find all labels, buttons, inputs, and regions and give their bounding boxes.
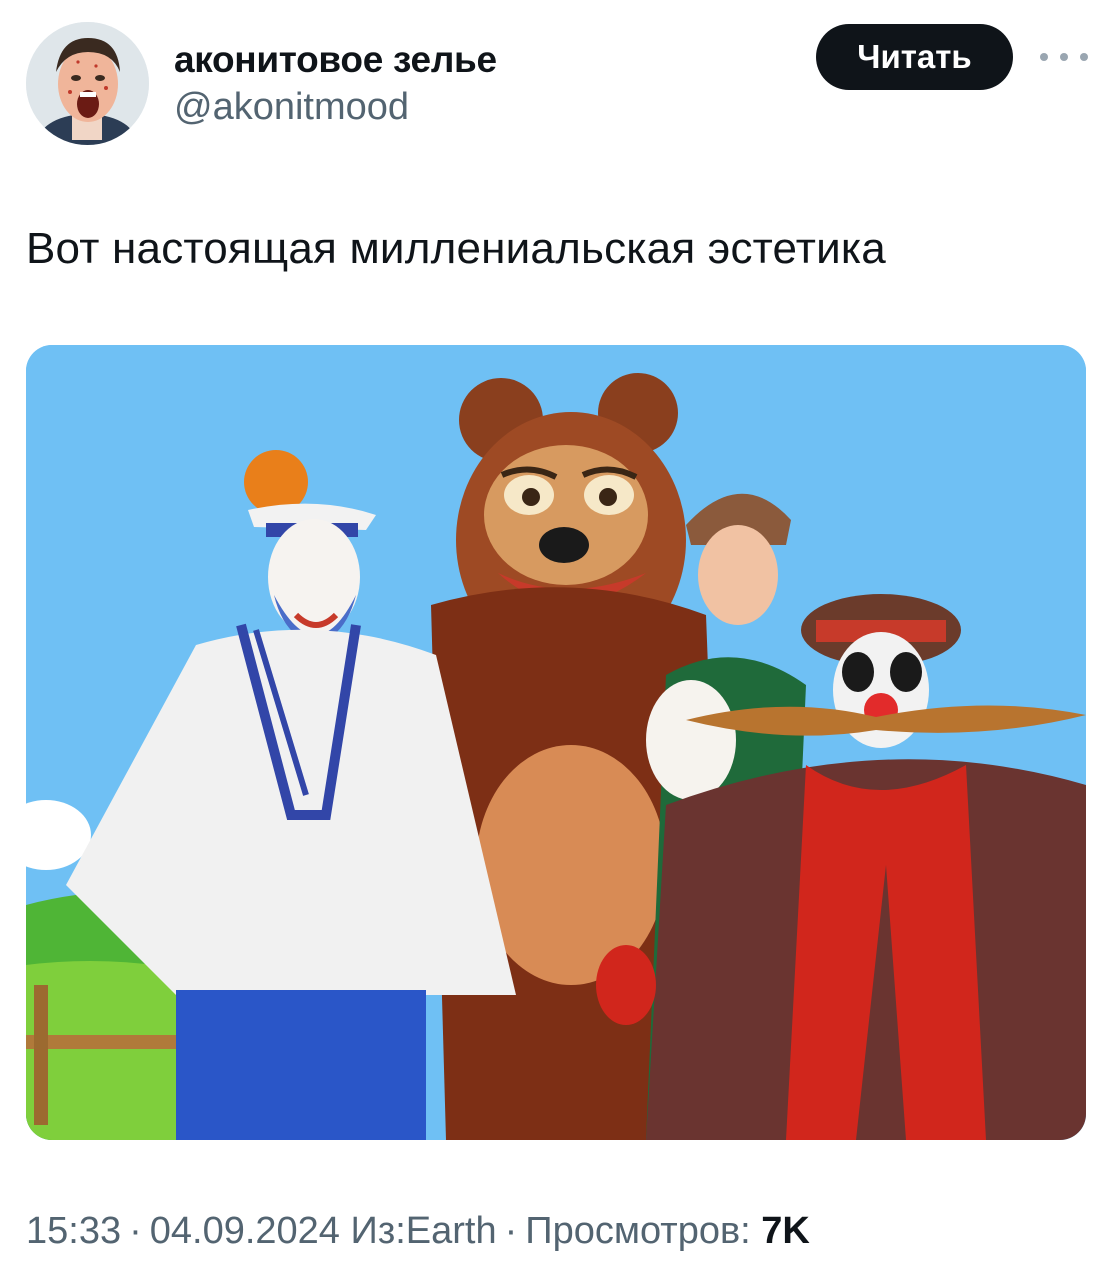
tweet-photo[interactable] bbox=[26, 345, 1086, 1140]
author-display-name[interactable]: аконитовое зелье bbox=[174, 38, 497, 82]
author-handle[interactable]: @akonitmood bbox=[174, 84, 497, 130]
photo-attachment bbox=[26, 345, 1086, 1140]
more-options-button[interactable] bbox=[1040, 42, 1088, 72]
tweet-time[interactable]: 15:33 bbox=[26, 1210, 121, 1252]
tweet-meta: 15:33 · 04.09.2024 Из:Earth · Просмотров: 7K bbox=[26, 1208, 1086, 1254]
tweet-text: Вот настоящая миллениальская эстетика bbox=[26, 224, 886, 273]
tweet-header: аконитовое зелье @akonitmood Читать bbox=[26, 22, 1088, 147]
tweet-source: Из:Earth bbox=[350, 1210, 497, 1252]
more-dots-icon bbox=[1060, 53, 1068, 61]
meta-separator: · bbox=[504, 1210, 518, 1252]
tweet-date[interactable]: 04.09.2024 bbox=[150, 1210, 340, 1252]
views-count: 7K bbox=[761, 1210, 810, 1252]
views-label: Просмотров: bbox=[525, 1210, 751, 1252]
author-avatar[interactable] bbox=[26, 22, 149, 145]
more-dots-icon bbox=[1080, 53, 1088, 61]
meta-separator: · bbox=[129, 1210, 142, 1252]
more-dots-icon bbox=[1040, 53, 1048, 61]
author-names: аконитовое зелье @akonitmood bbox=[174, 38, 497, 130]
avatar-photo bbox=[26, 22, 149, 145]
follow-button[interactable]: Читать bbox=[816, 24, 1013, 90]
